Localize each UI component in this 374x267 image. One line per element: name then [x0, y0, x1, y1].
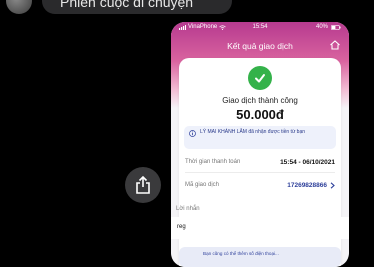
recipient-info-text: LÝ MAI KHÁNH LÂM đã nhận được tiền từ bạ… — [200, 129, 306, 135]
success-badge — [248, 66, 272, 90]
battery-percent: 40% — [315, 24, 328, 30]
chat-message-bubble[interactable]: Phiên cuộc di chuyện — [42, 0, 232, 14]
wifi-icon — [219, 24, 227, 30]
transaction-code-value: 17269828866 — [287, 181, 327, 189]
screen-title: Kết quả giao dịch — [227, 41, 293, 51]
share-icon — [136, 176, 150, 194]
note-label: Lời nhắn — [176, 206, 200, 212]
share-button[interactable] — [125, 167, 161, 203]
note-text: reg — [177, 224, 186, 230]
carrier-name: VinaPhone — [188, 24, 218, 30]
payment-receipt-screenshot[interactable]: VinaPhone 15:54 40% Kết quả giao dịch Gi… — [171, 22, 349, 267]
info-icon — [189, 130, 196, 137]
banner-text: Bạn cũng có thể thêm số điện thoại... — [203, 251, 279, 256]
transaction-code-link[interactable]: 17269828866 — [287, 182, 335, 189]
bottom-banner[interactable]: Bạn cũng có thể thêm số điện thoại... — [179, 247, 341, 267]
transaction-amount: 50.000đ — [236, 107, 284, 122]
transaction-code-label: Mã giao dịch — [185, 182, 220, 188]
note-box: reg — [171, 217, 349, 239]
signal-icon — [179, 24, 186, 30]
transaction-code-row[interactable]: Mã giao dịch 17269828866 — [185, 179, 335, 191]
home-icon[interactable] — [329, 39, 341, 51]
status-bar: VinaPhone 15:54 40% — [171, 22, 349, 32]
transaction-status: Giao dịch thành công — [222, 96, 298, 105]
payment-time-value: 15:54 - 06/10/2021 — [280, 158, 335, 166]
status-time: 15:54 — [252, 24, 268, 30]
recipient-info-box: LÝ MAI KHÁNH LÂM đã nhận được tiền từ bạ… — [184, 126, 336, 149]
check-icon — [255, 74, 265, 83]
sender-avatar — [6, 0, 32, 14]
battery-icon — [331, 24, 341, 30]
payment-time-label: Thời gian thanh toán — [185, 159, 241, 165]
chevron-right-icon — [330, 181, 335, 189]
chat-message-text: Phiên cuộc di chuyện — [60, 0, 194, 10]
divider — [185, 172, 335, 173]
payment-time-row: Thời gian thanh toán 15:54 - 06/10/2021 — [185, 156, 335, 168]
